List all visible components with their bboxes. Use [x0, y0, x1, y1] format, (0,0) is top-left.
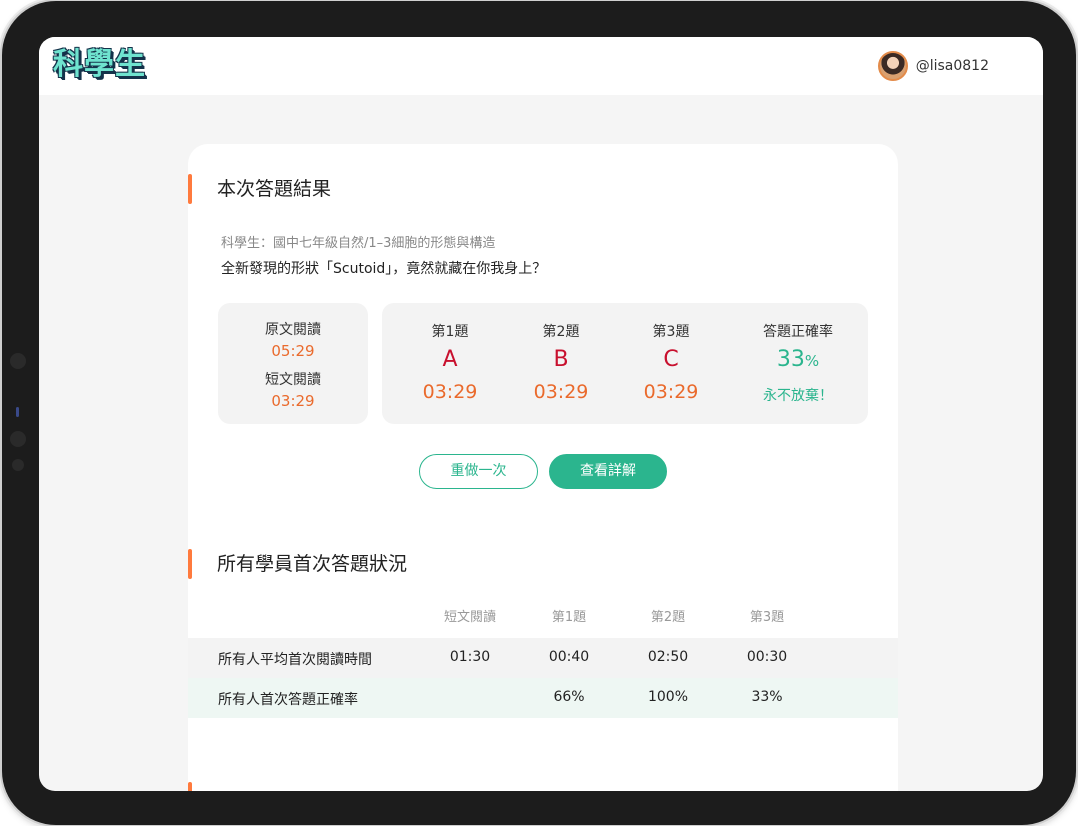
row-label: 所有人首次答題正確率: [218, 692, 358, 708]
table-row: 所有人首次答題正確率 66% 100% 33%: [188, 678, 898, 718]
answers-panel: 第1題 A 03:29 第2題 B 03:29 第3題 C 03:29 答題正確…: [382, 303, 868, 424]
table-cell: 66%: [553, 689, 585, 705]
column-header: 第3題: [749, 610, 785, 625]
question-label: 第3題: [652, 324, 690, 340]
question-answer: A: [442, 347, 458, 372]
screen: 科學生 @lisa0812 本次答題結果 科學生：國中七年級自然/1–3細胞的形…: [39, 37, 1043, 791]
side-button-lower: [12, 459, 24, 471]
result-card: 本次答題結果 科學生：國中七年級自然/1–3細胞的形態與構造 全新發現的形狀「S…: [188, 144, 898, 791]
section-accent-bar: [188, 549, 192, 579]
reading-time-panel: 原文閱讀 05:29 短文閱讀 03:29: [218, 303, 368, 424]
breadcrumb: 科學生：國中七年級自然/1–3細胞的形態與構造: [221, 236, 496, 251]
question-time: 03:29: [422, 381, 478, 403]
column-header: 短文閱讀: [443, 610, 496, 625]
table-cell: 00:40: [548, 649, 590, 665]
accuracy-label: 答題正確率: [763, 324, 833, 340]
short-reading-label: 短文閱讀: [265, 372, 321, 388]
table-cell: 01:30: [449, 649, 491, 665]
original-reading-time: 05:29: [271, 342, 315, 360]
accuracy-number: 33: [776, 347, 805, 372]
article-title: 全新發現的形狀「Scutoid」，竟然就藏在你我身上？: [221, 261, 547, 277]
user-menu[interactable]: @lisa0812: [877, 51, 989, 81]
short-reading-time: 03:29: [271, 392, 315, 410]
question-answer: C: [663, 347, 679, 372]
table-row: 所有人平均首次閱讀時間 01:30 00:40 02:50 00:30: [188, 638, 898, 678]
question-label: 第1題: [431, 324, 469, 340]
question-answer: B: [553, 347, 569, 372]
username[interactable]: @lisa0812: [916, 58, 989, 74]
question-time: 03:29: [533, 381, 589, 403]
column-header: 第2題: [650, 610, 686, 625]
tablet-frame: 科學生 @lisa0812 本次答題結果 科學生：國中七年級自然/1–3細胞的形…: [2, 1, 1076, 825]
column-header: 第1題: [551, 610, 587, 625]
section-accent-bar: [188, 782, 192, 791]
table-cell: 00:30: [746, 649, 788, 665]
original-reading-label: 原文閱讀: [265, 322, 321, 338]
view-details-button[interactable]: 查看詳解: [549, 454, 667, 489]
side-sensor: [16, 407, 19, 417]
camera-dot: [10, 353, 26, 369]
avatar[interactable]: [877, 51, 908, 81]
table-cell: 02:50: [647, 649, 689, 665]
side-button-upper: [10, 431, 26, 447]
app-logo[interactable]: 科學生: [53, 48, 146, 82]
table-cell: 33%: [751, 689, 783, 705]
table-cell: 100%: [647, 689, 689, 705]
question-time: 03:29: [643, 381, 699, 403]
top-bar: 科學生 @lisa0812: [39, 37, 1043, 95]
accuracy-unit: %: [804, 352, 820, 370]
result-title: 本次答題結果: [217, 178, 332, 200]
encouragement-note: 永不放棄！: [763, 388, 833, 404]
section-accent-bar: [188, 174, 192, 204]
accuracy-value: 33%: [743, 347, 853, 372]
redo-button[interactable]: 重做一次: [419, 454, 538, 489]
question-label: 第2題: [542, 324, 580, 340]
row-label: 所有人平均首次閱讀時間: [218, 652, 372, 668]
stats-title: 所有學員首次答題狀況: [217, 553, 408, 575]
